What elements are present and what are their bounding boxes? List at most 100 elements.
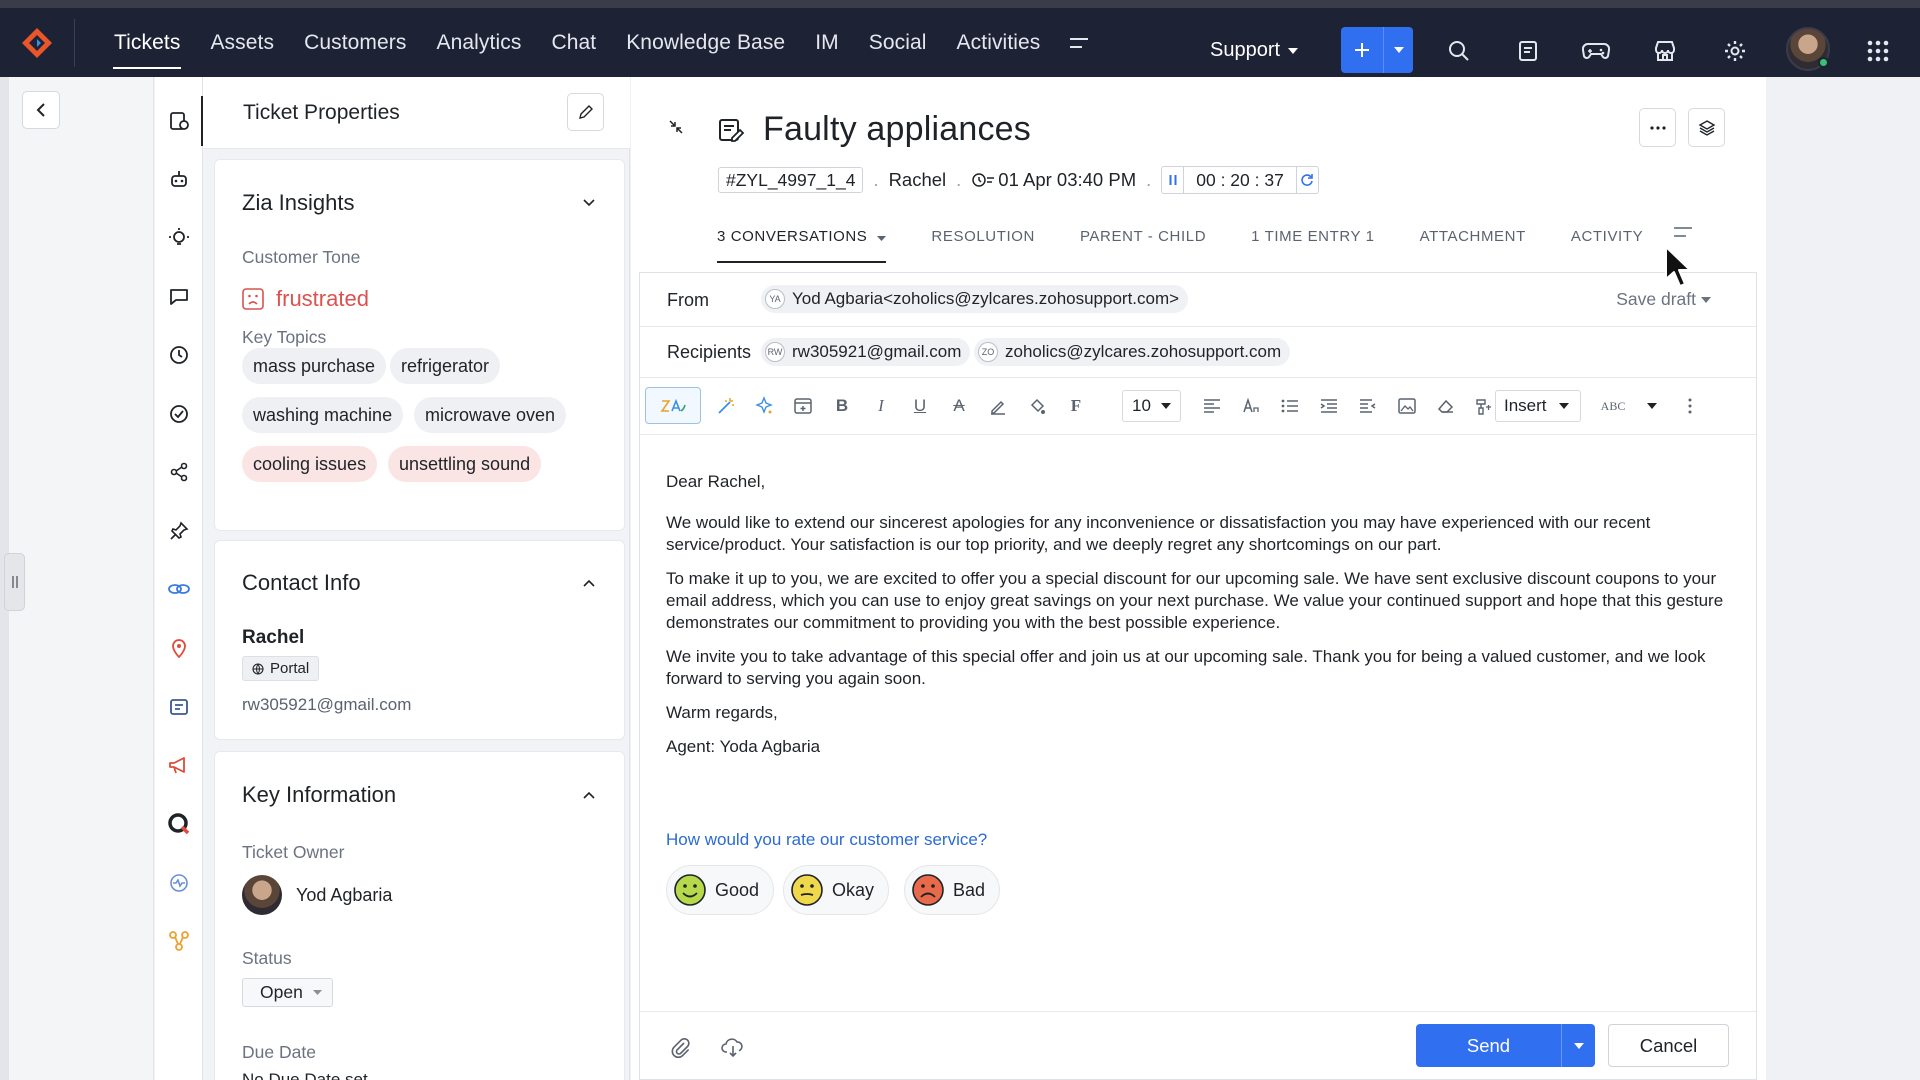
italic-icon[interactable]: I — [865, 390, 897, 422]
eraser-icon[interactable] — [1430, 390, 1462, 422]
pulse-icon[interactable] — [155, 863, 203, 903]
fill-color-icon[interactable] — [1021, 390, 1053, 422]
nav-tab-knowledge-base[interactable]: Knowledge Base — [611, 8, 800, 77]
ticket-owner[interactable]: Yod Agbaria — [242, 875, 392, 915]
text-case-icon[interactable] — [1235, 390, 1267, 422]
zia-bot-icon[interactable] — [155, 159, 203, 199]
quick-q-icon[interactable] — [155, 804, 203, 844]
nav-tab-customers[interactable]: Customers — [289, 8, 421, 77]
gamepad-icon[interactable] — [1571, 16, 1621, 85]
rating-good-button[interactable]: Good — [666, 865, 775, 915]
nav-tab-analytics[interactable]: Analytics — [422, 8, 537, 77]
tab-time-entry[interactable]: 1 TIME ENTRY 1 — [1251, 225, 1374, 263]
app-grid-icon[interactable] — [1853, 16, 1903, 85]
spell-check-icon[interactable]: ABC — [1593, 390, 1633, 422]
back-button[interactable] — [22, 91, 60, 129]
collapse-icon[interactable] — [667, 118, 685, 136]
link-icon[interactable] — [155, 569, 203, 609]
marketplace-icon[interactable] — [1640, 16, 1690, 85]
conversation-icon[interactable] — [155, 276, 203, 316]
megaphone-icon[interactable] — [155, 745, 203, 785]
tab-resolution[interactable]: RESOLUTION — [931, 225, 1035, 263]
recipient-chip[interactable]: RW rw305921@gmail.com — [761, 338, 971, 366]
chevron-down-icon[interactable] — [582, 196, 596, 210]
bold-icon[interactable]: B — [826, 390, 858, 422]
ticket-contact[interactable]: Rachel — [889, 169, 947, 191]
tab-activity[interactable]: ACTIVITY — [1571, 225, 1643, 263]
chevron-up-icon[interactable] — [582, 788, 596, 802]
notes-icon[interactable] — [1503, 16, 1553, 85]
add-new-button[interactable] — [1341, 27, 1413, 73]
nav-more-icon[interactable] — [1055, 8, 1103, 77]
nav-tab-activities[interactable]: Activities — [942, 8, 1056, 77]
nav-tab-social[interactable]: Social — [854, 8, 942, 77]
user-avatar[interactable] — [1786, 27, 1830, 71]
magic-wand-icon[interactable] — [710, 390, 742, 422]
lightbulb-icon[interactable] — [155, 218, 203, 258]
nav-tab-im[interactable]: IM — [800, 8, 854, 77]
reset-timer-icon[interactable] — [1295, 167, 1318, 193]
contact-email[interactable]: rw305921@gmail.com — [242, 695, 411, 715]
from-address[interactable]: YA Yod Agbaria<zoholics@zylcares.zohosup… — [761, 285, 1189, 313]
ticket-id[interactable]: #ZYL_4997_1_4 — [718, 167, 864, 193]
contact-name[interactable]: Rachel — [242, 627, 304, 649]
send-button[interactable]: Send — [1416, 1024, 1561, 1067]
tabs-more-icon[interactable] — [1673, 225, 1693, 239]
survey-icon[interactable] — [155, 687, 203, 727]
send-options-icon[interactable] — [1561, 1024, 1595, 1067]
font-size-dropdown[interactable]: 10 — [1122, 390, 1181, 422]
gear-icon[interactable] — [1710, 16, 1760, 85]
nav-tab-chat[interactable]: Chat — [536, 8, 611, 77]
align-left-icon[interactable] — [1196, 390, 1228, 422]
history-icon[interactable] — [155, 335, 203, 375]
ticket-properties-icon[interactable] — [155, 101, 203, 141]
spell-check-dropdown-icon[interactable] — [1636, 390, 1668, 422]
plus-icon[interactable] — [1341, 27, 1383, 73]
strikethrough-icon[interactable]: A — [943, 390, 975, 422]
tab-conversations[interactable]: 3 CONVERSATIONS — [717, 225, 887, 263]
panel-resize-handle[interactable] — [4, 553, 25, 611]
bullet-list-icon[interactable] — [1274, 390, 1306, 422]
search-icon[interactable] — [1434, 16, 1484, 85]
check-circle-icon[interactable] — [155, 394, 203, 434]
tab-attachment[interactable]: ATTACHMENT — [1420, 225, 1526, 263]
workflow-icon[interactable] — [155, 921, 203, 961]
add-dropdown-icon[interactable] — [1383, 27, 1413, 73]
paperclip-icon[interactable] — [668, 1036, 690, 1058]
font-family-icon[interactable]: F — [1060, 390, 1092, 422]
department-selector[interactable]: Support — [1210, 16, 1299, 85]
rating-okay-button[interactable]: Okay — [783, 865, 890, 915]
tab-parent-child[interactable]: PARENT - CHILD — [1080, 225, 1206, 263]
more-actions-button[interactable] — [1639, 108, 1676, 147]
cloud-download-icon[interactable] — [721, 1036, 745, 1058]
rating-bad-button[interactable]: Bad — [904, 865, 1001, 915]
zia-write-icon[interactable] — [645, 387, 701, 424]
share-icon[interactable] — [155, 452, 203, 492]
pause-icon[interactable] — [1162, 167, 1185, 193]
location-pin-icon[interactable] — [155, 628, 203, 668]
due-date-value[interactable]: No Due Date set — [242, 1070, 368, 1080]
insert-template-icon[interactable] — [787, 390, 819, 422]
highlight-icon[interactable] — [982, 390, 1014, 422]
indent-icon[interactable] — [1313, 390, 1345, 422]
recipient-chip[interactable]: ZO zoholics@zylcares.zohosupport.com — [974, 338, 1291, 366]
ai-sparkle-icon[interactable] — [748, 390, 780, 422]
nav-tab-tickets[interactable]: Tickets — [99, 8, 195, 77]
status-dropdown[interactable]: Open — [242, 978, 333, 1007]
cancel-button[interactable]: Cancel — [1608, 1024, 1729, 1067]
nav-tab-assets[interactable]: Assets — [195, 8, 289, 77]
pin-icon[interactable] — [155, 511, 203, 551]
save-draft-button[interactable]: Save draft — [1616, 289, 1711, 310]
reply-body[interactable]: Dear Rachel, We would like to extend our… — [666, 471, 1741, 770]
outdent-icon[interactable] — [1352, 390, 1384, 422]
more-options-icon[interactable] — [1674, 390, 1706, 422]
insert-image-icon[interactable] — [1391, 390, 1423, 422]
layers-button[interactable] — [1688, 108, 1725, 147]
insert-label: Insert — [1504, 396, 1547, 415]
chevron-up-icon[interactable] — [582, 576, 596, 590]
app-logo[interactable] — [0, 8, 74, 77]
underline-icon[interactable]: U — [904, 390, 936, 422]
edit-properties-button[interactable] — [567, 93, 604, 131]
insert-dropdown[interactable]: Insert — [1495, 390, 1581, 422]
rating-question[interactable]: How would you rate our customer service? — [666, 830, 987, 850]
